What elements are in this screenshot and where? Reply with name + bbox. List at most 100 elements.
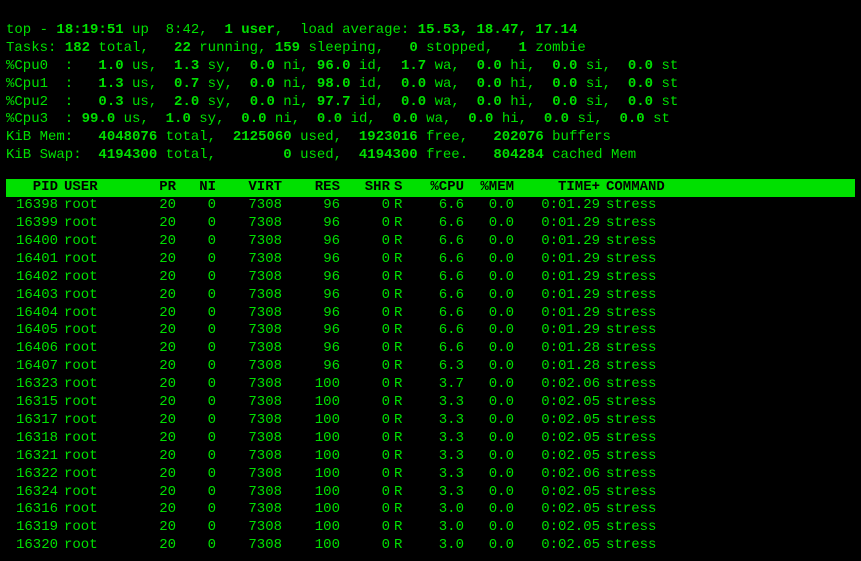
- col-res[interactable]: RES: [282, 179, 340, 197]
- cell-mem: 0.0: [464, 322, 514, 340]
- col-command[interactable]: COMMAND: [600, 179, 855, 197]
- cell-user: root: [58, 269, 136, 287]
- cell-shr: 0: [340, 358, 390, 376]
- table-row[interactable]: 16403root2007308960R6.60.00:01.29stress: [6, 287, 855, 305]
- loadavg-label: , load average:: [275, 22, 418, 38]
- cell-ni: 0: [176, 448, 216, 466]
- cell-ni: 0: [176, 412, 216, 430]
- col-pr[interactable]: PR: [136, 179, 176, 197]
- table-row[interactable]: 16401root2007308960R6.60.00:01.29stress: [6, 251, 855, 269]
- col-pid[interactable]: PID: [6, 179, 58, 197]
- cell-pid: 16405: [6, 322, 58, 340]
- table-row[interactable]: 16400root2007308960R6.60.00:01.29stress: [6, 233, 855, 251]
- table-row[interactable]: 16405root2007308960R6.60.00:01.29stress: [6, 322, 855, 340]
- table-row[interactable]: 16407root2007308960R6.30.00:01.28stress: [6, 358, 855, 376]
- cell-state: R: [390, 466, 414, 484]
- table-row[interactable]: 16323root20073081000R3.70.00:02.06stress: [6, 376, 855, 394]
- col-shr[interactable]: SHR: [340, 179, 390, 197]
- table-row[interactable]: 16398root2007308960R6.60.00:01.29stress: [6, 197, 855, 215]
- cell-mem: 0.0: [464, 448, 514, 466]
- cell-pr: 20: [136, 251, 176, 269]
- table-row[interactable]: 16402root2007308960R6.60.00:01.29stress: [6, 269, 855, 287]
- col-virt[interactable]: VIRT: [216, 179, 282, 197]
- cell-time: 0:01.29: [514, 322, 600, 340]
- table-row[interactable]: 16321root20073081000R3.30.00:02.05stress: [6, 448, 855, 466]
- cell-cpu: 3.3: [414, 484, 464, 502]
- cell-cpu: 6.6: [414, 251, 464, 269]
- cell-time: 0:01.28: [514, 340, 600, 358]
- cell-mem: 0.0: [464, 501, 514, 519]
- cell-mem: 0.0: [464, 305, 514, 323]
- cell-state: R: [390, 430, 414, 448]
- cell-pr: 20: [136, 501, 176, 519]
- cell-pr: 20: [136, 358, 176, 376]
- col-ni[interactable]: NI: [176, 179, 216, 197]
- cell-state: R: [390, 358, 414, 376]
- table-row[interactable]: 16315root20073081000R3.30.00:02.05stress: [6, 394, 855, 412]
- cell-res: 96: [282, 340, 340, 358]
- cell-cpu: 3.0: [414, 501, 464, 519]
- cell-time: 0:02.05: [514, 448, 600, 466]
- table-row[interactable]: 16319root20073081000R3.00.00:02.05stress: [6, 519, 855, 537]
- cell-mem: 0.0: [464, 340, 514, 358]
- cell-pr: 20: [136, 197, 176, 215]
- cell-res: 96: [282, 251, 340, 269]
- process-table-header[interactable]: PID USER PR NI VIRT RES SHR S %CPU %MEM …: [6, 179, 855, 197]
- cell-ni: 0: [176, 484, 216, 502]
- table-row[interactable]: 16316root20073081000R3.00.00:02.05stress: [6, 501, 855, 519]
- cell-pid: 16402: [6, 269, 58, 287]
- cell-ni: 0: [176, 358, 216, 376]
- time-value: 18:19:51: [56, 22, 123, 38]
- mem-label: KiB Mem:: [6, 129, 98, 145]
- cell-pid: 16324: [6, 484, 58, 502]
- top-label: top -: [6, 22, 56, 38]
- cell-shr: 0: [340, 537, 390, 555]
- cell-virt: 7308: [216, 269, 282, 287]
- cell-command: stress: [600, 537, 855, 555]
- cell-shr: 0: [340, 340, 390, 358]
- col-mem[interactable]: %MEM: [464, 179, 514, 197]
- cell-cpu: 6.6: [414, 197, 464, 215]
- cell-command: stress: [600, 233, 855, 251]
- table-row[interactable]: 16399root2007308960R6.60.00:01.29stress: [6, 215, 855, 233]
- cell-user: root: [58, 215, 136, 233]
- cell-mem: 0.0: [464, 233, 514, 251]
- cell-res: 100: [282, 501, 340, 519]
- cell-pr: 20: [136, 537, 176, 555]
- table-row[interactable]: 16404root2007308960R6.60.00:01.29stress: [6, 305, 855, 323]
- table-row[interactable]: 16317root20073081000R3.30.00:02.05stress: [6, 412, 855, 430]
- col-user[interactable]: USER: [58, 179, 136, 197]
- cell-command: stress: [600, 215, 855, 233]
- cell-state: R: [390, 501, 414, 519]
- tasks-running: 22: [174, 40, 191, 56]
- table-row[interactable]: 16318root20073081000R3.30.00:02.05stress: [6, 430, 855, 448]
- cell-time: 0:01.29: [514, 215, 600, 233]
- cell-pid: 16317: [6, 412, 58, 430]
- table-row[interactable]: 16322root20073081000R3.30.00:02.06stress: [6, 466, 855, 484]
- col-cpu[interactable]: %CPU: [414, 179, 464, 197]
- cell-cpu: 3.3: [414, 466, 464, 484]
- top-summary: top - 18:19:51 up 8:42, 1 user, load ave…: [6, 4, 855, 165]
- cell-shr: 0: [340, 519, 390, 537]
- cell-virt: 7308: [216, 484, 282, 502]
- tasks-sleeping: 159: [275, 40, 300, 56]
- cell-state: R: [390, 233, 414, 251]
- cell-state: R: [390, 287, 414, 305]
- cell-virt: 7308: [216, 305, 282, 323]
- cell-pr: 20: [136, 269, 176, 287]
- col-time[interactable]: TIME+: [514, 179, 600, 197]
- cell-cpu: 6.6: [414, 305, 464, 323]
- cell-mem: 0.0: [464, 269, 514, 287]
- cell-command: stress: [600, 305, 855, 323]
- cell-virt: 7308: [216, 537, 282, 555]
- table-row[interactable]: 16320root20073081000R3.00.00:02.05stress: [6, 537, 855, 555]
- cell-res: 100: [282, 412, 340, 430]
- cell-ni: 0: [176, 466, 216, 484]
- cell-state: R: [390, 269, 414, 287]
- col-state[interactable]: S: [390, 179, 414, 197]
- cell-pid: 16399: [6, 215, 58, 233]
- table-row[interactable]: 16324root20073081000R3.30.00:02.05stress: [6, 484, 855, 502]
- cell-pr: 20: [136, 215, 176, 233]
- table-row[interactable]: 16406root2007308960R6.60.00:01.28stress: [6, 340, 855, 358]
- cell-pid: 16315: [6, 394, 58, 412]
